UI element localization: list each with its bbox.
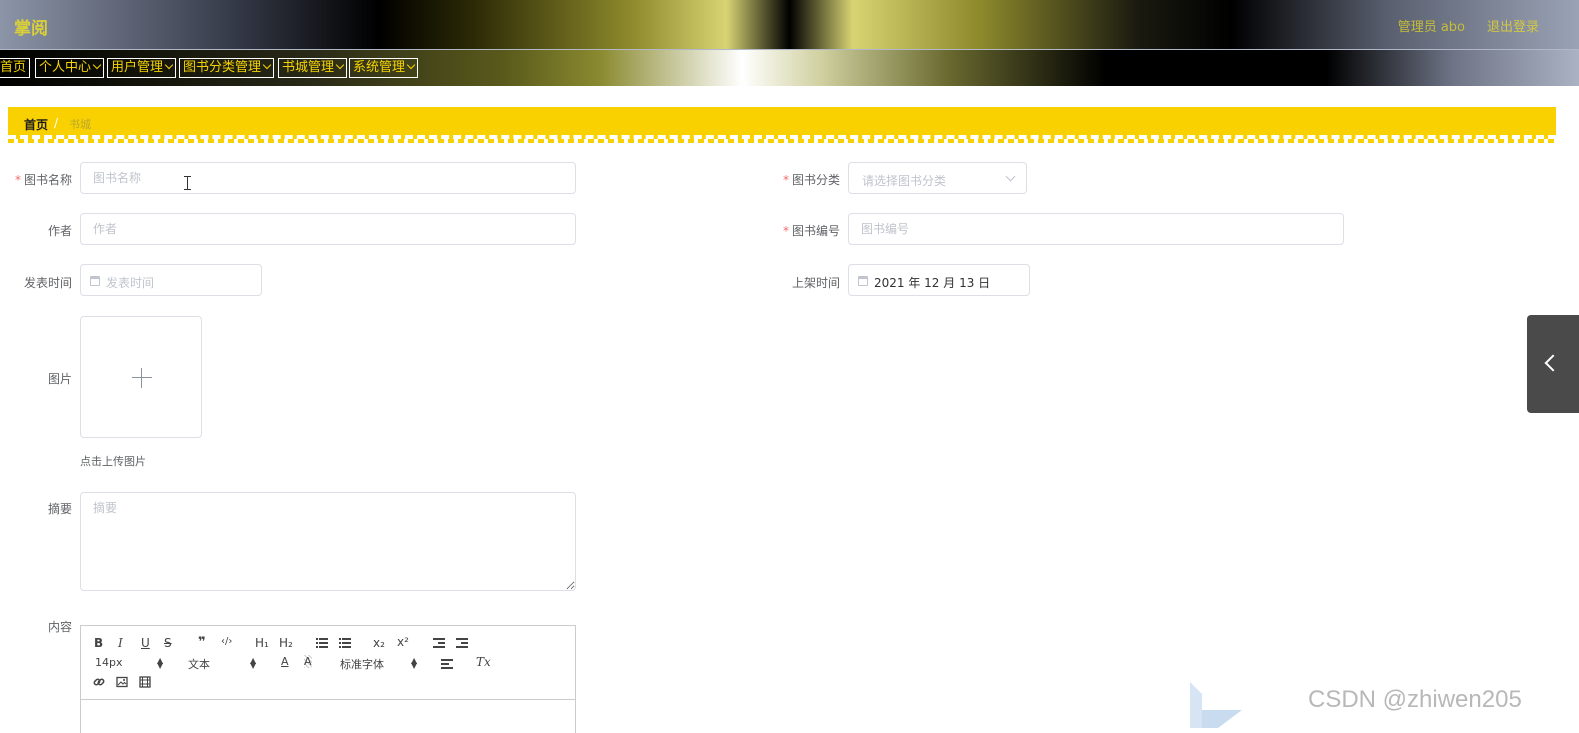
chevron-down-icon [164,60,174,70]
chevron-left-icon [1544,354,1562,372]
upload-tip: 点击上传图片 [80,455,146,468]
side-panel-toggle[interactable] [1527,315,1579,413]
italic-button[interactable]: I [118,636,123,650]
breadcrumb-home[interactable]: 首页 [24,116,48,133]
author-input[interactable] [80,213,576,245]
plus-icon-vertical [141,368,142,388]
calendar-icon [858,276,868,286]
font-background-button[interactable]: A [304,655,312,668]
select-placeholder: 请选择图书分类 [862,174,947,188]
required-mark: * [782,224,789,238]
admin-user-label: 管理员 abo [1397,20,1465,35]
menu-item-label: 个人中心 [39,60,92,75]
book-number-input[interactable] [848,213,1344,245]
chevron-down-icon [1005,171,1016,182]
underline-button[interactable]: U [141,636,150,650]
chevron-down-icon [262,60,272,70]
date-placeholder: 发表时间 [106,276,155,290]
superscript-button[interactable]: x² [397,635,409,649]
author-label: 作者 [47,224,72,238]
plus-icon [132,377,152,378]
ordered-list-icon[interactable] [316,638,328,648]
logout-link[interactable]: 退出登录 [1487,16,1539,35]
video-icon[interactable] [139,676,151,688]
summary-label: 摘要 [47,502,72,516]
blockquote-button[interactable]: ❞ [198,635,206,650]
clean-format-button[interactable]: Tx [476,655,491,669]
summary-textarea[interactable] [80,492,576,591]
menu-item-home[interactable]: 首页 [0,58,31,78]
subscript-button[interactable]: x₂ [373,636,385,650]
book-name-input[interactable] [80,162,576,194]
text-cursor-icon [184,176,191,190]
bullet-list-icon[interactable] [339,638,351,648]
watermark-logo-icon [1190,682,1242,728]
menu-item-user-management[interactable]: 用户管理 [107,58,177,78]
watermark-text: CSDN @zhiwen205 [1308,686,1522,713]
shelf-time-picker[interactable]: 2021 年 12 月 13 日 [848,264,1030,296]
book-category-select[interactable]: 请选择图书分类 [848,162,1027,194]
select-arrows-icon: ▲ ▼ [250,656,257,670]
menu-item-book-category-management[interactable]: 图书分类管理 [179,58,275,78]
date-value: 2021 年 12 月 13 日 [874,276,991,290]
header-format-select[interactable]: 文本 [188,656,210,672]
required-mark: * [782,173,789,187]
breadcrumb-dashed-edge [8,139,1556,143]
breadcrumb-separator: / [54,116,59,130]
header-2-button[interactable]: H₂ [279,636,293,650]
indent-icon[interactable] [456,638,468,648]
select-arrows-icon: ▲ ▼ [411,656,418,670]
menu-item-label: 图书分类管理 [183,60,262,75]
chevron-down-icon [406,60,416,70]
editor-toolbar: B I U S ❞ ‹/› H₁ H₂ x₂ x² 14px ▲ ▼ 文本 ▲ ▼ … [81,626,575,700]
image-upload-box[interactable] [80,316,202,438]
book-category-label: * 图书分类 [782,173,840,187]
chevron-down-icon [335,60,345,70]
menu-item-label: 书城管理 [282,60,335,75]
calendar-icon [90,276,100,286]
publish-time-label: 发表时间 [23,276,72,290]
strikethrough-button[interactable]: S [164,636,172,650]
menu-item-label: 用户管理 [111,60,164,75]
top-header: 掌阅 管理员 abo 退出登录 [0,0,1579,50]
main-menu: 首页 个人中心 用户管理 图书分类管理 书城管理 系统管理 [0,50,1579,86]
image-label: 图片 [47,372,72,386]
link-icon[interactable] [93,676,105,688]
breadcrumb: 首页 / 书城 [8,107,1556,139]
shelf-time-label: 上架时间 [791,276,840,290]
menu-item-bookstore-management[interactable]: 书城管理 [278,58,348,78]
chevron-down-icon [92,60,102,70]
content-label: 内容 [47,620,72,634]
font-size-select[interactable]: 14px [95,656,123,669]
brand-title: 掌阅 [14,19,48,39]
editor-content-area[interactable] [81,700,575,733]
font-family-select[interactable]: 标准字体 [340,656,384,672]
menu-item-label: 系统管理 [353,60,406,75]
required-mark: * [14,173,21,187]
menu-item-label: 首页 [0,60,27,75]
publish-time-picker[interactable]: 发表时间 [80,264,262,296]
header-1-button[interactable]: H₁ [255,636,269,650]
menu-item-personal-center[interactable]: 个人中心 [35,58,105,78]
bold-button[interactable]: B [94,636,103,650]
book-number-label: * 图书编号 [782,224,840,238]
align-icon[interactable] [441,659,453,669]
menu-item-system-management[interactable]: 系统管理 [349,58,419,78]
code-block-button[interactable]: ‹/› [221,636,232,647]
image-icon[interactable] [116,676,128,688]
breadcrumb-current: 书城 [69,118,91,131]
outdent-icon[interactable] [433,638,445,648]
font-color-button[interactable]: A [281,655,289,668]
select-arrows-icon: ▲ ▼ [157,656,164,670]
book-name-label: * 图书名称 [14,173,72,187]
rich-text-editor: B I U S ❞ ‹/› H₁ H₂ x₂ x² 14px ▲ ▼ 文本 ▲ ▼ … [80,625,576,733]
